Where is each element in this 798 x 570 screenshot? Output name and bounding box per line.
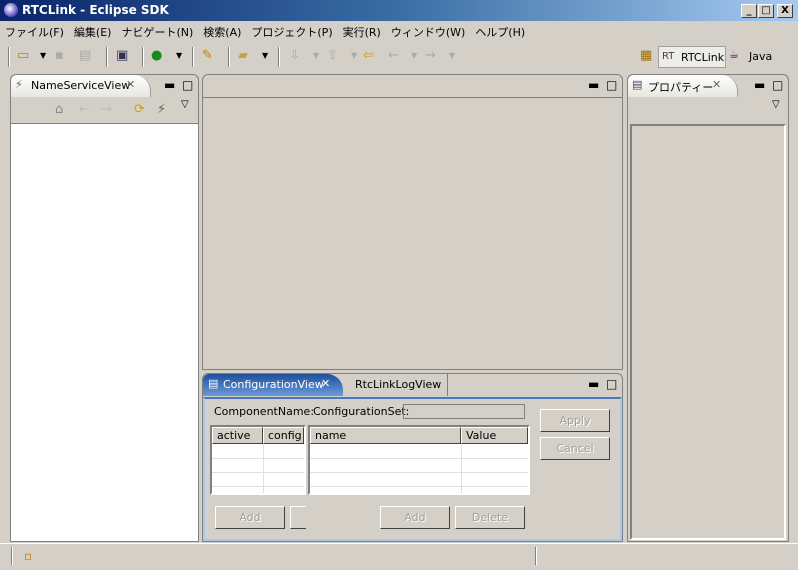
editor-area: ▬ □ xyxy=(202,74,623,370)
last-edit-icon[interactable]: ⇦ xyxy=(363,48,374,64)
properties-content xyxy=(630,124,786,540)
maximize-icon[interactable]: □ xyxy=(606,377,617,391)
column-header-name[interactable]: name xyxy=(310,427,461,444)
menu-help[interactable]: ヘルプ(H) xyxy=(470,22,530,40)
maximize-button[interactable]: □ xyxy=(758,4,774,18)
rtclink-icon: RT xyxy=(662,51,675,62)
tab-label: NameServiceView xyxy=(31,79,131,92)
minimize-icon[interactable]: ▬ xyxy=(754,78,765,92)
connect-icon[interactable]: ⚡ xyxy=(157,102,166,117)
maximize-icon[interactable]: □ xyxy=(772,78,783,92)
close-icon[interactable]: ✕ xyxy=(126,78,135,91)
configuration-set-table[interactable]: active config xyxy=(210,425,306,495)
toolbar-separator xyxy=(192,47,194,67)
forward-icon[interactable]: → xyxy=(101,102,112,117)
back-icon[interactable]: ← xyxy=(388,48,399,64)
save-icon[interactable]: ▪ xyxy=(55,48,64,64)
maximize-icon[interactable]: □ xyxy=(182,78,193,92)
folder-icon[interactable]: ▰ xyxy=(238,48,248,64)
menu-window[interactable]: ウィンドウ(W) xyxy=(386,22,470,40)
status-bar: ▫ xyxy=(0,543,798,570)
run-icon[interactable]: ● xyxy=(151,48,162,64)
java-icon: ☕ xyxy=(729,48,739,61)
edit-icon[interactable]: ✎ xyxy=(202,48,213,64)
close-icon[interactable]: ✕ xyxy=(712,78,721,91)
column-header-config[interactable]: config xyxy=(263,427,304,444)
window-title: RTCLink - Eclipse SDK xyxy=(22,3,169,17)
tab-label: RtcLinkLogView xyxy=(355,378,442,391)
column-header-active[interactable]: active xyxy=(212,427,263,444)
new-icon[interactable]: ▭ xyxy=(17,48,29,64)
component-name-label: ComponentName: xyxy=(214,405,315,418)
minimize-icon[interactable]: ▬ xyxy=(588,78,599,92)
menu-project[interactable]: プロジェクト(P) xyxy=(246,22,337,40)
home-icon[interactable]: ⌂ xyxy=(55,102,63,117)
add-configuration-set-button[interactable]: Add xyxy=(215,506,285,529)
apply-button[interactable]: Apply xyxy=(540,409,610,432)
back-icon[interactable]: ← xyxy=(79,102,90,117)
menu-edit[interactable]: 編集(E) xyxy=(69,22,117,40)
view-menu-icon[interactable]: ▽ xyxy=(772,99,780,110)
toolbar-separator xyxy=(228,47,230,67)
properties-view: ▤ プロパティー ✕ ▬ □ ▽ xyxy=(627,74,789,542)
dropdown-icon[interactable]: ▼ xyxy=(411,48,417,64)
toolbar-separator xyxy=(8,47,10,67)
name-service-view: ⚡ NameServiceView ✕ ▬ □ ⌂ ← → ⟳ ⚡ ▽ xyxy=(10,74,199,542)
prev-annotation-icon[interactable]: ⇧ xyxy=(327,48,338,64)
minimize-icon[interactable]: ▬ xyxy=(588,377,599,391)
toolbar-separator xyxy=(142,47,144,67)
properties-icon: ▤ xyxy=(632,78,643,91)
add-configuration-button[interactable]: Add xyxy=(380,506,450,529)
name-service-tree[interactable] xyxy=(11,123,198,541)
fast-view-icon[interactable]: ▫ xyxy=(24,549,32,563)
maximize-icon[interactable]: □ xyxy=(606,78,617,92)
toolbar-separator xyxy=(278,47,280,67)
dropdown-icon[interactable]: ▼ xyxy=(40,48,46,64)
plug-icon: ⚡ xyxy=(15,78,23,91)
cancel-button[interactable]: Cancel xyxy=(540,437,610,460)
close-button[interactable]: X xyxy=(777,4,793,18)
forward-icon[interactable]: → xyxy=(425,48,436,64)
toolbar-separator xyxy=(106,47,108,67)
minimize-icon[interactable]: ▬ xyxy=(164,78,175,92)
menu-navigate[interactable]: ナビゲート(N) xyxy=(116,22,198,40)
perspective-java[interactable]: ☕ Java xyxy=(729,46,779,68)
eclipse-icon xyxy=(4,3,18,17)
dropdown-icon[interactable]: ▼ xyxy=(313,48,319,64)
column-header-value[interactable]: Value xyxy=(461,427,528,444)
dropdown-icon[interactable]: ▼ xyxy=(351,48,357,64)
tab-name-service-view[interactable]: ⚡ NameServiceView ✕ xyxy=(11,75,151,97)
delete-configuration-button[interactable]: Delete xyxy=(455,506,525,529)
tab-label: ConfigurationView xyxy=(223,378,324,391)
menu-bar: ファイル(F) 編集(E) ナビゲート(N) 検索(A) プロジェクト(P) 実行(R) ウ… xyxy=(0,22,798,42)
configuration-set-field[interactable] xyxy=(403,404,525,419)
close-icon[interactable]: ✕ xyxy=(321,377,330,390)
print-icon[interactable]: ▤ xyxy=(79,48,91,64)
table-icon: ▤ xyxy=(208,377,219,390)
delete-configuration-set-button[interactable] xyxy=(290,506,306,529)
next-annotation-icon[interactable]: ⇩ xyxy=(289,48,300,64)
menu-search[interactable]: 検索(A) xyxy=(198,22,246,40)
title-bar: RTCLink - Eclipse SDK xyxy=(0,0,798,21)
tab-configuration-view[interactable]: ▤ ConfigurationView ✕ xyxy=(203,374,343,396)
open-type-icon[interactable]: ▣ xyxy=(116,48,128,64)
menu-run[interactable]: 実行(R) xyxy=(338,22,386,40)
configuration-table[interactable]: name Value xyxy=(308,425,530,495)
minimize-button[interactable]: _ xyxy=(741,4,757,18)
perspective-label: Java xyxy=(749,50,773,63)
refresh-icon[interactable]: ⟳ xyxy=(134,102,145,117)
perspective-rtclink[interactable]: RT RTCLink xyxy=(658,46,726,68)
tab-rtclink-log-view[interactable]: RtcLinkLogView xyxy=(349,374,449,396)
tab-label: プロパティー xyxy=(648,81,714,94)
dropdown-icon[interactable]: ▼ xyxy=(176,48,182,64)
tab-properties[interactable]: ▤ プロパティー ✕ xyxy=(628,75,738,97)
view-menu-icon[interactable]: ▽ xyxy=(181,99,189,110)
configuration-set-label: ConfigurationSet: xyxy=(313,405,410,418)
open-perspective-icon[interactable]: ▦ xyxy=(640,48,652,64)
dropdown-icon[interactable]: ▼ xyxy=(262,48,268,64)
dropdown-icon[interactable]: ▼ xyxy=(449,48,455,64)
menu-file[interactable]: ファイル(F) xyxy=(0,22,69,40)
perspective-label: RTCLink xyxy=(681,51,725,64)
